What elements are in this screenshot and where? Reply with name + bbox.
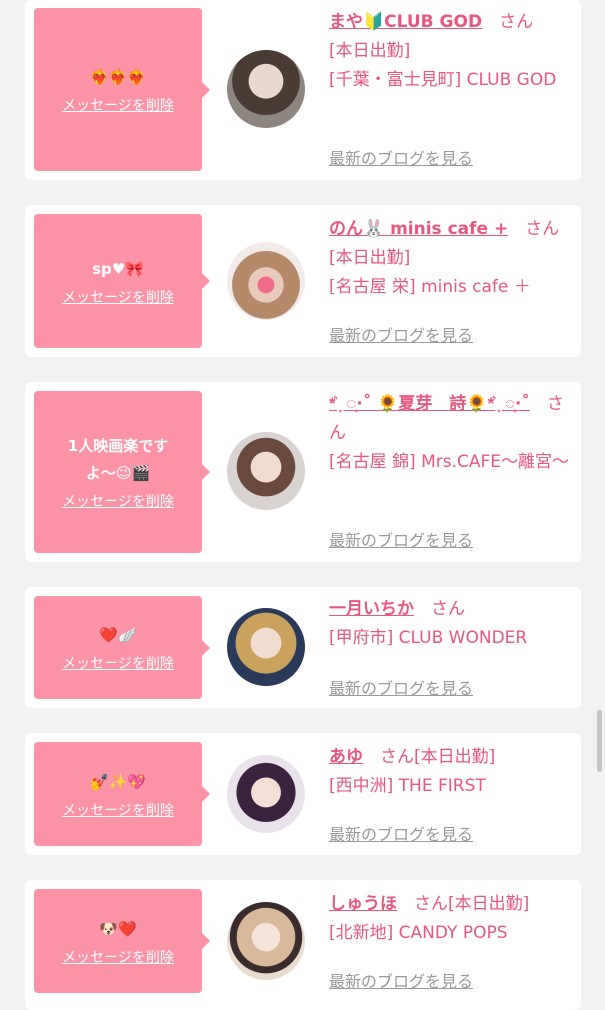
profile-name-link[interactable]: まや🔰CLUB GOD bbox=[329, 12, 482, 32]
avatar[interactable] bbox=[227, 432, 305, 510]
shop-text: [名古屋 栄] minis cafe ＋ bbox=[329, 277, 531, 297]
honorific: さん bbox=[431, 599, 465, 619]
shop-text: [千葉・富士見町] CLUB GOD bbox=[329, 70, 557, 90]
honorific: さん bbox=[525, 219, 560, 239]
delete-message-link[interactable]: メッセージを削除 bbox=[62, 947, 174, 967]
avatar[interactable] bbox=[227, 608, 305, 686]
profile-info: しゅうほ さん[本日出勤] [北新地] CANDY POPS bbox=[329, 890, 573, 948]
profile-info: *͛ ͙ ◌͙·˚ 🌻夏芽 詩🌻*͛ ͙ ◌͙·˚ さん [名古屋 錦] Mrs… bbox=[329, 390, 573, 477]
profile-info: のん🐰 minis cafe + さん [本日出勤] [名古屋 栄] minis … bbox=[329, 215, 573, 302]
message-bubble: 🐶❤️ メッセージを削除 bbox=[34, 889, 210, 993]
delete-message-link[interactable]: メッセージを削除 bbox=[62, 287, 174, 307]
latest-blog-link[interactable]: 最新のブログを見る bbox=[329, 821, 473, 845]
shop-text: [甲府市] CLUB WONDER bbox=[329, 628, 528, 648]
honorific: さん bbox=[380, 747, 414, 767]
message-card: ❤️🪽 メッセージを削除 一月いちか さん [甲府市] CLUB WONDER … bbox=[25, 587, 581, 708]
avatar[interactable] bbox=[227, 242, 305, 320]
scrollbar[interactable] bbox=[597, 710, 602, 772]
message-card: sp♥🎀 メッセージを削除 のん🐰 minis cafe + さん [本日出勤] … bbox=[25, 205, 581, 357]
shop-text: [西中洲] THE FIRST bbox=[329, 776, 486, 796]
delete-message-link[interactable]: メッセージを削除 bbox=[62, 800, 174, 820]
status-text: [本日出勤] bbox=[448, 894, 530, 914]
honorific: さん bbox=[414, 894, 448, 914]
message-card: 1人映画楽です よ〜😉🎬 メッセージを削除 *͛ ͙ ◌͙·˚ 🌻夏芽 詩🌻*͛… bbox=[25, 382, 581, 562]
latest-blog-link[interactable]: 最新のブログを見る bbox=[329, 675, 473, 699]
profile-info: あゆ さん[本日出勤] [西中洲] THE FIRST bbox=[329, 743, 573, 801]
latest-blog-link[interactable]: 最新のブログを見る bbox=[329, 145, 473, 169]
profile-info: まや🔰CLUB GOD さん [本日出勤] [千葉・富士見町] CLUB GOD bbox=[329, 8, 573, 95]
message-bubble: 1人映画楽です よ〜😉🎬 メッセージを削除 bbox=[34, 391, 210, 553]
message-bubble: ❤️‍🔥❤️‍🔥❤️‍🔥 メッセージを削除 bbox=[34, 8, 210, 171]
avatar[interactable] bbox=[227, 902, 305, 980]
message-bubble: sp♥🎀 メッセージを削除 bbox=[34, 214, 210, 348]
delete-message-link[interactable]: メッセージを削除 bbox=[62, 653, 174, 673]
message-text: ❤️🪽 bbox=[99, 626, 137, 644]
message-text: 💅✨💖 bbox=[89, 772, 147, 791]
profile-info: 一月いちか さん [甲府市] CLUB WONDER bbox=[329, 595, 573, 653]
avatar[interactable] bbox=[227, 755, 305, 833]
status-text: [本日出勤] bbox=[414, 747, 496, 767]
profile-name-link[interactable]: 一月いちか bbox=[329, 599, 414, 619]
delete-message-link[interactable]: メッセージを削除 bbox=[62, 95, 174, 115]
status-text: [本日出勤] bbox=[329, 248, 411, 268]
honorific: さん bbox=[499, 12, 534, 32]
message-bubble: 💅✨💖 メッセージを削除 bbox=[34, 742, 210, 846]
message-text: 🐶❤️ bbox=[99, 919, 137, 938]
shop-text: [北新地] CANDY POPS bbox=[329, 923, 508, 943]
latest-blog-link[interactable]: 最新のブログを見る bbox=[329, 322, 473, 346]
latest-blog-link[interactable]: 最新のブログを見る bbox=[329, 527, 473, 551]
profile-name-link[interactable]: あゆ bbox=[329, 747, 363, 767]
message-card: 💅✨💖 メッセージを削除 あゆ さん[本日出勤] [西中洲] THE FIRST… bbox=[25, 733, 581, 855]
profile-name-link[interactable]: のん🐰 minis cafe + bbox=[329, 219, 508, 239]
message-bubble: ❤️🪽 メッセージを削除 bbox=[34, 596, 210, 699]
shop-text: [名古屋 錦] Mrs.CAFE〜離宮〜 bbox=[329, 452, 570, 472]
avatar[interactable] bbox=[227, 50, 305, 128]
message-card: 🐶❤️ メッセージを削除 しゅうほ さん[本日出勤] [北新地] CANDY P… bbox=[25, 880, 581, 1010]
profile-name-link[interactable]: しゅうほ bbox=[329, 894, 397, 914]
message-text: sp♥🎀 bbox=[92, 259, 144, 278]
message-text: ❤️‍🔥❤️‍🔥❤️‍🔥 bbox=[89, 68, 147, 86]
status-text: [本日出勤] bbox=[329, 41, 411, 61]
message-text: 1人映画楽です よ〜😉🎬 bbox=[67, 437, 169, 482]
delete-message-link[interactable]: メッセージを削除 bbox=[62, 491, 174, 511]
profile-name-link[interactable]: *͛ ͙ ◌͙·˚ 🌻夏芽 詩🌻*͛ ͙ ◌͙·˚ bbox=[329, 394, 530, 414]
message-card: ❤️‍🔥❤️‍🔥❤️‍🔥 メッセージを削除 まや🔰CLUB GOD さん [本日… bbox=[25, 0, 581, 180]
latest-blog-link[interactable]: 最新のブログを見る bbox=[329, 968, 473, 992]
